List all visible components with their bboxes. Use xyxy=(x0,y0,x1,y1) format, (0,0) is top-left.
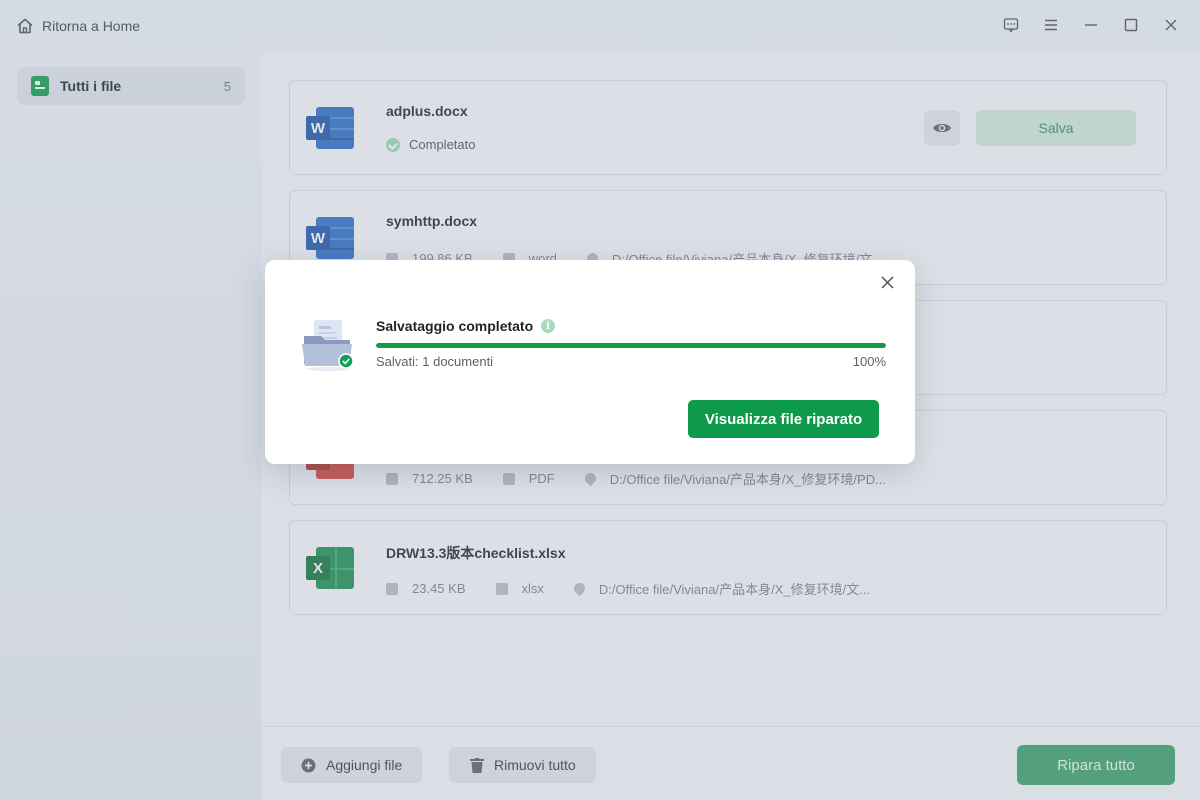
dialog-title: Salvataggio completato i xyxy=(376,318,556,334)
saved-folder-icon xyxy=(302,320,354,371)
progress-percent: 100% xyxy=(852,354,886,369)
progress-bar xyxy=(376,343,886,348)
progress-fill xyxy=(376,343,886,348)
close-icon xyxy=(880,275,894,289)
saved-count-text: Salvati: 1 documenti xyxy=(376,354,494,369)
dialog-close-button[interactable] xyxy=(877,272,897,292)
save-complete-dialog: Salvataggio completato i Salvati: 1 docu… xyxy=(265,260,915,464)
dialog-title-text: Salvataggio completato xyxy=(376,318,534,334)
view-repaired-file-button[interactable]: Visualizza file riparato xyxy=(688,400,879,438)
info-icon[interactable]: i xyxy=(541,319,556,333)
